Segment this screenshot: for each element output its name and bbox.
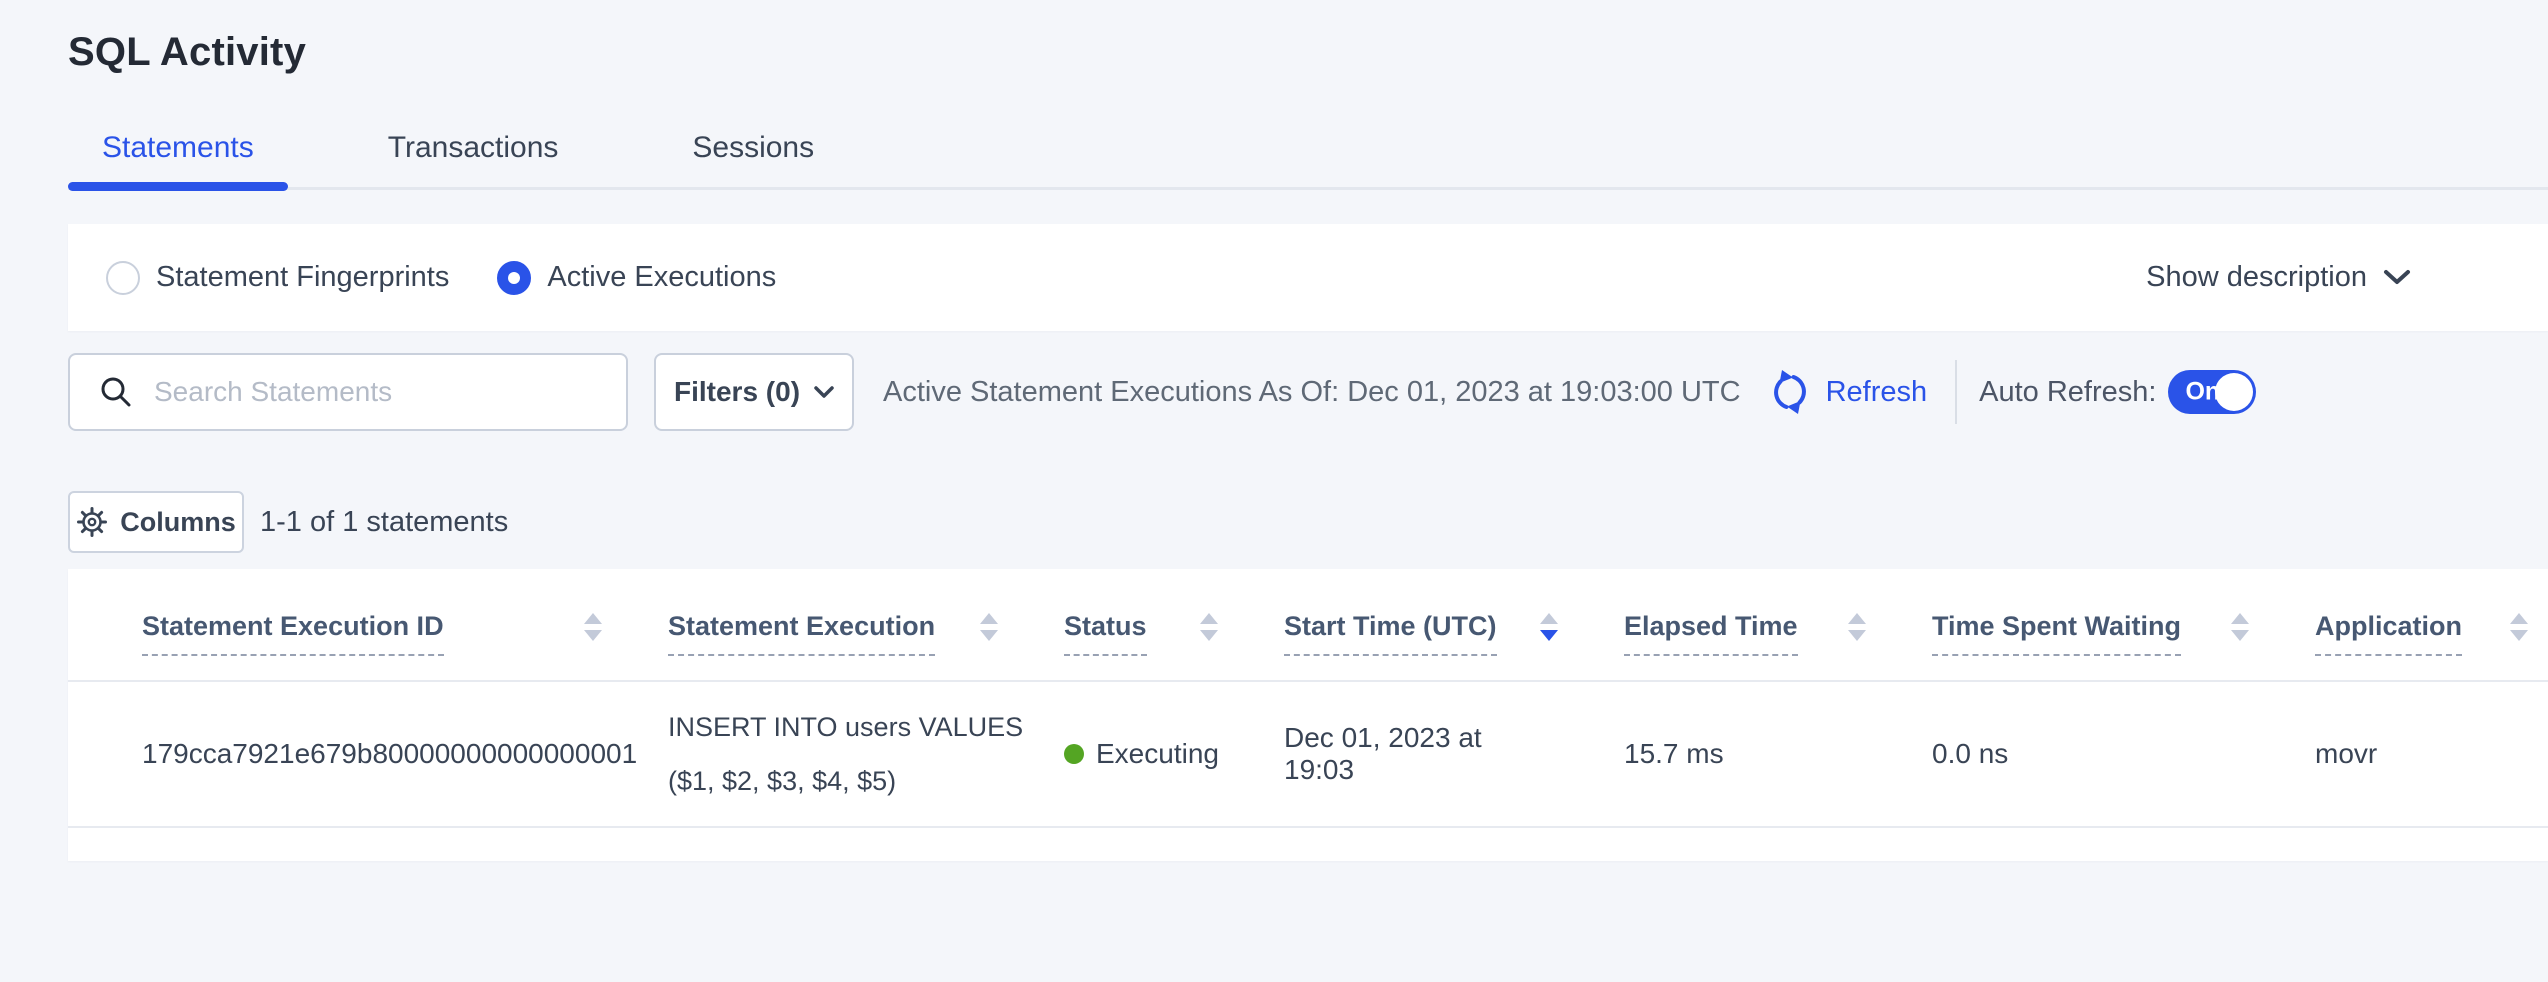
refresh-button[interactable]: Refresh	[1766, 368, 1928, 416]
search-statements-box[interactable]	[68, 353, 628, 431]
cell-elapsed-time: 15.7 ms	[1624, 738, 1932, 770]
columns-button-label: Columns	[120, 507, 236, 538]
sort-arrows-icon[interactable]	[1540, 613, 1558, 641]
radio-label: Statement Fingerprints	[156, 261, 449, 294]
cell-statement-execution: INSERT INTO users VALUES ($1, $2, $3, $4…	[668, 700, 1064, 808]
show-description-label: Show description	[2146, 261, 2367, 294]
column-header-application[interactable]: Application	[2315, 611, 2548, 680]
sql-activity-page: SQL Activity Statements Transactions Ses…	[0, 0, 2548, 861]
chevron-down-icon	[2383, 269, 2411, 286]
radio-circle-icon	[497, 261, 531, 295]
auto-refresh-label: Auto Refresh:	[1979, 376, 2156, 409]
tab-statements[interactable]: Statements	[68, 131, 288, 187]
results-count: 1-1 of 1 statements	[260, 506, 508, 539]
controls-row: Filters (0) Active Statement Executions …	[68, 353, 2548, 431]
chevron-down-icon	[814, 386, 834, 399]
vertical-divider	[1955, 360, 1957, 424]
cell-status: Executing	[1064, 738, 1284, 770]
table-toolbar: Columns 1-1 of 1 statements	[68, 491, 2548, 553]
column-header-statement-execution[interactable]: Statement Execution	[668, 611, 1064, 680]
tab-transactions[interactable]: Transactions	[354, 131, 593, 187]
sort-arrows-icon[interactable]	[584, 613, 602, 641]
refresh-label: Refresh	[1826, 376, 1928, 409]
sort-arrows-icon[interactable]	[980, 613, 998, 641]
show-description-toggle[interactable]: Show description	[2146, 261, 2411, 294]
view-mode-radio-group: Statement Fingerprints Active Executions	[106, 261, 776, 295]
view-mode-card: Statement Fingerprints Active Executions…	[68, 224, 2548, 331]
sort-arrows-icon[interactable]	[1848, 613, 1866, 641]
radio-statement-fingerprints[interactable]: Statement Fingerprints	[106, 261, 449, 295]
page-title: SQL Activity	[68, 0, 2548, 75]
filters-button[interactable]: Filters (0)	[654, 353, 854, 431]
sort-arrows-icon[interactable]	[2510, 613, 2528, 641]
statements-table: Statement Execution ID Statement Executi…	[68, 569, 2548, 861]
search-icon	[70, 374, 152, 410]
sort-arrows-icon[interactable]	[1200, 613, 1218, 641]
refresh-icon	[1766, 368, 1814, 416]
radio-active-executions[interactable]: Active Executions	[497, 261, 776, 295]
table-header-row: Statement Execution ID Statement Executi…	[68, 569, 2548, 682]
tab-bar: Statements Transactions Sessions	[68, 131, 2548, 190]
cell-application: movr	[2315, 738, 2548, 770]
as-of-text: Active Statement Executions As Of: Dec 0…	[883, 376, 1741, 409]
cell-start-time: Dec 01, 2023 at 19:03	[1284, 722, 1624, 786]
column-header-time-spent-waiting[interactable]: Time Spent Waiting	[1932, 611, 2315, 680]
column-header-statement-execution-id[interactable]: Statement Execution ID	[68, 611, 668, 680]
sort-arrows-icon[interactable]	[2231, 613, 2249, 641]
radio-circle-icon	[106, 261, 140, 295]
column-header-elapsed-time[interactable]: Elapsed Time	[1624, 611, 1932, 680]
column-header-start-time[interactable]: Start Time (UTC)	[1284, 611, 1624, 680]
toggle-knob	[2215, 373, 2253, 411]
status-label: Executing	[1096, 738, 1219, 770]
gear-icon	[76, 506, 108, 538]
tab-sessions[interactable]: Sessions	[658, 131, 848, 187]
column-header-status[interactable]: Status	[1064, 611, 1284, 680]
columns-button[interactable]: Columns	[68, 491, 244, 553]
cell-statement-execution-id: 179cca7921e679b80000000000000001	[68, 738, 668, 770]
search-input[interactable]	[152, 362, 626, 422]
auto-refresh-toggle[interactable]: On	[2168, 370, 2256, 414]
cell-time-spent-waiting: 0.0 ns	[1932, 738, 2315, 770]
radio-label: Active Executions	[547, 261, 776, 294]
filters-label: Filters (0)	[674, 376, 800, 408]
table-row[interactable]: 179cca7921e679b80000000000000001 INSERT …	[68, 682, 2548, 828]
status-dot-icon	[1064, 744, 1084, 764]
